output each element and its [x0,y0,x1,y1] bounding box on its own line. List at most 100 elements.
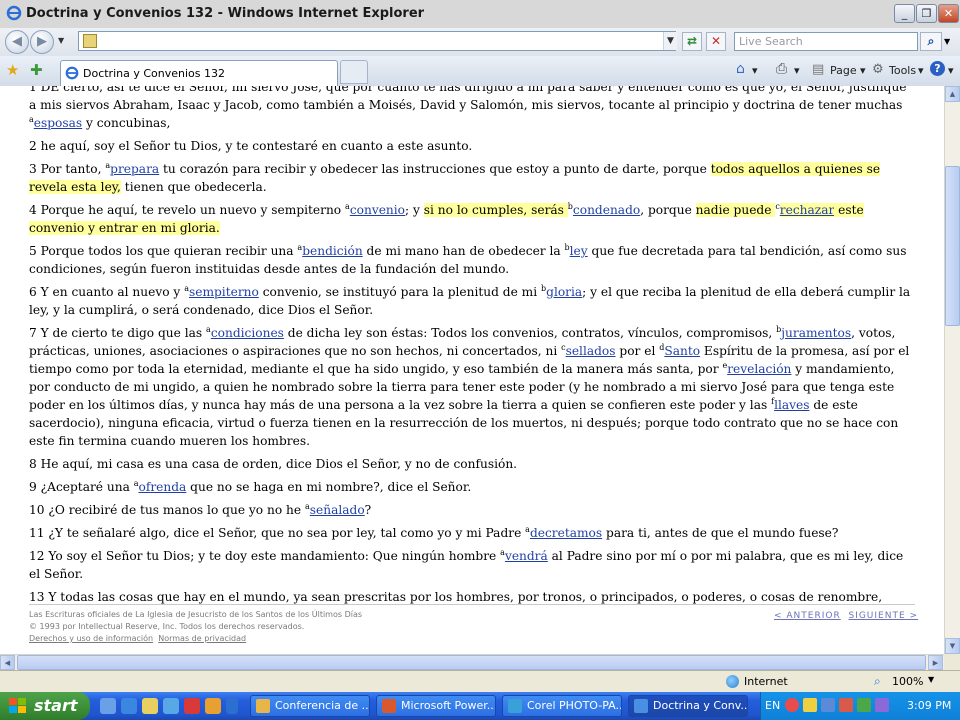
taskbar-button[interactable]: Conferencia de ... [250,695,370,717]
horizontal-scroll-thumb[interactable] [17,655,926,670]
quicklaunch-folder-icon[interactable] [142,698,158,714]
tray-update-icon[interactable] [857,698,871,712]
quicklaunch-ie-icon[interactable] [121,698,137,714]
internet-explorer-icon [6,5,22,21]
taskbar: start Conferencia de ... Microsoft Power.… [0,692,960,720]
quicklaunch-clock-icon[interactable] [205,698,221,714]
verse: 5 Porque todos los que quieran recibir u… [29,242,915,278]
verse: 2 he aquí, soy el Señor tu Dios, y te co… [29,137,915,155]
recent-pages-dropdown-icon[interactable]: ▼ [58,36,64,45]
home-icon[interactable]: ⌂ [736,61,745,77]
print-icon[interactable]: ⎙ [776,61,787,77]
close-button[interactable]: ✕ [938,4,959,23]
vertical-scrollbar[interactable]: ▲ ▼ [944,86,960,654]
tray-app-icon[interactable] [821,698,835,712]
zoom-level[interactable]: 100% [892,675,923,688]
footnote-link[interactable]: Santo [664,344,700,358]
footnote-link[interactable]: llaves [774,398,809,412]
verse-text: de dicha ley son éstas: Todos los conven… [283,326,777,340]
tray-alert-icon[interactable] [839,698,853,712]
verse-text: tienen que obedecerla. [120,180,267,194]
help-icon[interactable]: ? [930,61,945,76]
address-field[interactable] [78,31,676,51]
tab-label: Doctrina y Convenios 132 [83,67,225,80]
new-tab-button[interactable] [340,60,368,84]
add-favorites-icon[interactable]: ✚ [30,61,43,79]
taskbar-button[interactable]: Corel PHOTO-PA... [502,695,622,717]
footnote-link[interactable]: decretamos [530,526,602,540]
search-options-icon[interactable]: ▼ [944,37,950,46]
taskbar-button[interactable]: Doctrina y Conv... [628,695,748,717]
zoom-dropdown-icon[interactable]: ▼ [928,675,934,684]
quicklaunch-messenger-icon[interactable] [163,698,179,714]
footnote-link[interactable]: ley [570,244,588,258]
footnote-link[interactable]: condiciones [211,326,284,340]
verse-text: 12 Yo soy el Señor tu Dios; y te doy est… [29,549,501,563]
footnote-link[interactable]: sempiterno [189,285,259,299]
footnote-link[interactable]: revelación [727,362,791,376]
terms-link[interactable]: Derechos y uso de información [29,634,153,643]
page-menu[interactable]: Page [830,64,857,77]
next-chapter-link[interactable]: SIGUIENTE > [848,611,918,621]
scroll-right-button[interactable]: ▶ [928,655,943,670]
refresh-button[interactable]: ⇄ [682,32,702,51]
verse-text: de mi mano han de obedecer la [362,244,565,258]
language-indicator[interactable]: EN [765,699,780,712]
minimize-button[interactable]: _ [894,4,915,23]
zoom-icon[interactable]: ⌕ [874,674,881,689]
scroll-down-button[interactable]: ▼ [945,638,960,654]
back-button[interactable]: ◀ [5,30,29,54]
verse: 8 He aquí, mi casa es una casa de orden,… [29,455,915,473]
footnote-link[interactable]: vendrá [505,549,548,563]
page-favicon-icon [83,34,97,48]
status-bar: Internet ⌕ 100% ▼ [0,670,960,693]
tray-network-icon[interactable] [785,698,799,712]
footnote-link[interactable]: bendición [302,244,362,258]
footnote-link[interactable]: ofrenda [139,480,187,494]
start-button[interactable]: start [0,692,90,720]
page-dropdown-icon[interactable]: ▾ [860,64,866,77]
verse-text: 10 ¿O recibiré de tus manos lo que yo no… [29,503,305,517]
search-input[interactable]: Live Search [734,32,918,51]
page-footer: Las Escrituras oficiales de La Iglesia d… [0,604,944,654]
tray-volume-icon[interactable] [875,698,889,712]
horizontal-scrollbar[interactable]: ◀ ▶ [0,654,944,670]
quicklaunch-desktop-icon[interactable] [100,698,116,714]
footnote-link[interactable]: sellados [566,344,616,358]
tools-dropdown-icon[interactable]: ▾ [918,64,924,77]
footnote-link[interactable]: convenio [350,203,405,217]
footnote-link[interactable]: prepara [110,162,159,176]
scroll-left-button[interactable]: ◀ [0,655,15,670]
favorites-star-icon[interactable]: ★ [6,61,19,79]
verse: 11 ¿Y te señalaré algo, dice el Señor, q… [29,524,915,542]
forward-button[interactable]: ▶ [30,30,54,54]
taskbar-button-label: Corel PHOTO-PA... [527,699,622,712]
address-dropdown-icon[interactable]: ▼ [663,32,677,50]
quicklaunch-expand-icon[interactable] [226,698,238,714]
scroll-up-button[interactable]: ▲ [945,86,960,102]
footnote-link[interactable]: juramentos [781,326,851,340]
tray-security-icon[interactable] [803,698,817,712]
prev-chapter-link[interactable]: < ANTERIOR [774,611,841,621]
print-dropdown-icon[interactable]: ▾ [794,64,800,77]
footnote-link[interactable]: condenado [573,203,640,217]
search-icon[interactable]: ⌕ [920,32,942,51]
maximize-button[interactable]: ❐ [916,4,937,23]
stop-button[interactable]: ✕ [706,32,726,51]
taskbar-button[interactable]: Microsoft Power... [376,695,496,717]
footnote-link[interactable]: esposas [34,116,82,130]
tools-menu[interactable]: Tools [889,64,916,77]
verse-text: 2 he aquí, soy el Señor tu Dios, y te co… [29,139,473,153]
highlighted-text: si no lo cumples, serás [423,203,568,217]
privacy-link[interactable]: Normas de privacidad [158,634,246,643]
footnote-link[interactable]: señalado [310,503,365,517]
taskbar-button-label: Doctrina y Conv... [653,699,748,712]
help-dropdown-icon[interactable]: ▾ [948,64,954,77]
verse-text: convenio, se instituyó para la plenitud … [258,285,542,299]
tab-doctrina[interactable]: Doctrina y Convenios 132 [60,60,338,86]
footnote-link[interactable]: rechazar [779,203,835,217]
footnote-link[interactable]: gloria [546,285,582,299]
scroll-thumb[interactable] [945,166,960,326]
home-dropdown-icon[interactable]: ▾ [752,64,758,77]
quicklaunch-media-icon[interactable] [184,698,200,714]
